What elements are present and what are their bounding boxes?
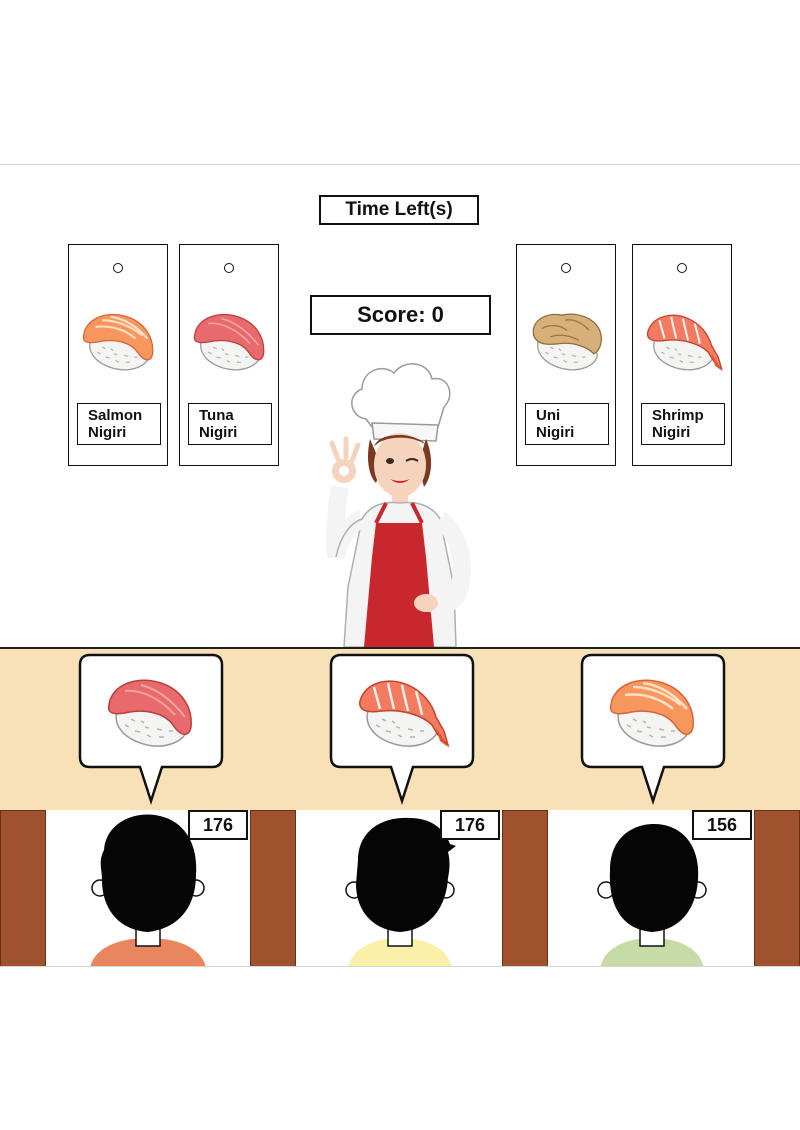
card-hole-icon [561, 263, 571, 273]
wall-panel [0, 810, 46, 966]
customer-1: 176 [48, 810, 248, 966]
menu-card-tuna-nigiri[interactable]: Tuna Nigiri [179, 244, 279, 466]
patience-counter: 176 [440, 810, 500, 840]
patience-counter: 176 [188, 810, 248, 840]
menu-card-uni-nigiri[interactable]: Uni Nigiri [516, 244, 616, 466]
menu-card-label: Salmon Nigiri [77, 403, 161, 445]
wall-panel [754, 810, 800, 966]
customer-3: 156 [552, 810, 752, 966]
score-display: Score: 0 [310, 295, 491, 335]
tuna-nigiri-icon [188, 297, 272, 377]
menu-card-label: Tuna Nigiri [188, 403, 272, 445]
menu-card-label: Uni Nigiri [525, 403, 609, 445]
menu-card-salmon-nigiri[interactable]: Salmon Nigiri [68, 244, 168, 466]
time-left-display: Time Left(s) [319, 195, 479, 225]
order-bubble-3[interactable] [578, 653, 728, 806]
patience-counter: 156 [692, 810, 752, 840]
tuna-nigiri-icon [101, 665, 201, 749]
chef-icon [326, 363, 471, 648]
chef-character [310, 347, 491, 648]
order-bubble-2[interactable] [327, 653, 477, 806]
wall-panel [502, 810, 548, 966]
menu-card-shrimp-nigiri[interactable]: Shrimp Nigiri [632, 244, 732, 466]
customer-2: 176 [300, 810, 500, 966]
uni-nigiri-icon [525, 297, 609, 377]
card-hole-icon [224, 263, 234, 273]
salmon-nigiri-icon [603, 665, 703, 749]
shrimp-nigiri-icon [352, 665, 452, 749]
menu-card-label: Shrimp Nigiri [641, 403, 725, 445]
shrimp-nigiri-icon [641, 297, 725, 377]
card-hole-icon [677, 263, 687, 273]
salmon-nigiri-icon [77, 297, 161, 377]
customer-seating: 176 176 156 [0, 810, 800, 966]
order-bubble-1[interactable] [76, 653, 226, 806]
wall-panel [250, 810, 296, 966]
game-board: Time Left(s) Salmon Nigiri Tuna Nigiri U… [0, 164, 800, 967]
card-hole-icon [113, 263, 123, 273]
